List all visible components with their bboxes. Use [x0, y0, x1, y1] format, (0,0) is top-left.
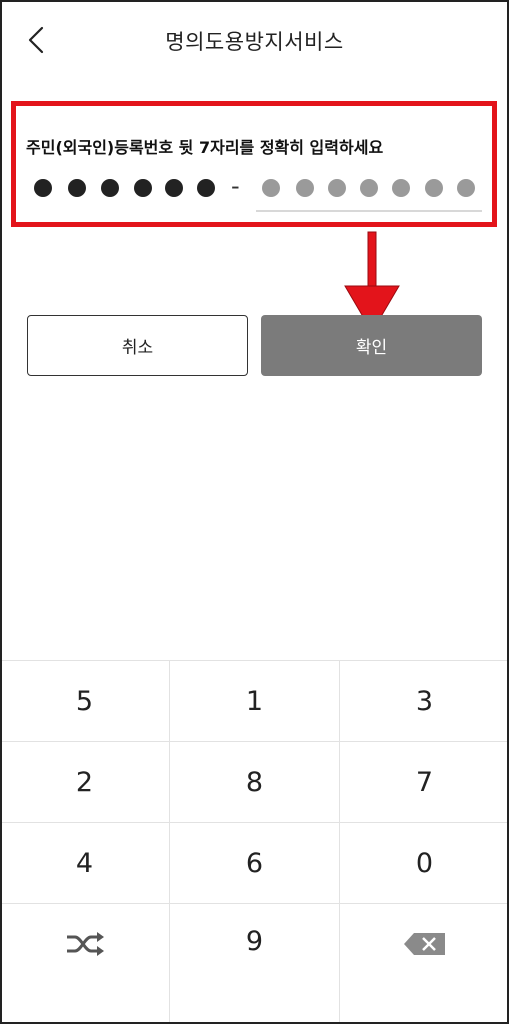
secure-keypad: 5 1 3 2 8 7 4 6 0 9	[0, 660, 509, 1024]
key-4[interactable]: 4	[0, 823, 170, 904]
cancel-button[interactable]: 취소	[27, 315, 248, 376]
confirm-button[interactable]: 확인	[261, 315, 482, 376]
instruction-text: 주민(외국인)등록번호 뒷 7자리를 정확히 입력하세요	[26, 138, 384, 157]
key-6[interactable]: 6	[170, 823, 340, 904]
front-digit-dot	[134, 179, 152, 197]
back-digit-dot	[425, 179, 443, 197]
key-0[interactable]: 0	[340, 823, 509, 904]
header: 명의도용방지서비스	[0, 0, 509, 82]
page-title: 명의도용방지서비스	[165, 30, 344, 54]
separator-dash: -	[231, 172, 240, 200]
backspace-icon	[403, 933, 445, 955]
backspace-key[interactable]	[340, 904, 509, 1024]
key-8[interactable]: 8	[170, 742, 340, 823]
key-2[interactable]: 2	[0, 742, 170, 823]
back-digit-dot	[457, 179, 475, 197]
key-3[interactable]: 3	[340, 661, 509, 742]
front-digit-dot	[165, 179, 183, 197]
front-digit-dot	[101, 179, 119, 197]
front-digit-dot	[68, 179, 86, 197]
input-underline	[256, 210, 482, 212]
back-digit-dot	[296, 179, 314, 197]
back-digit-dot	[360, 179, 378, 197]
back-digit-dot	[262, 179, 280, 197]
front-digit-dot	[34, 179, 52, 197]
front-digit-dot	[197, 179, 215, 197]
key-7[interactable]: 7	[340, 742, 509, 823]
back-digit-dot	[328, 179, 346, 197]
shuffle-icon	[66, 932, 104, 956]
key-1[interactable]: 1	[170, 661, 340, 742]
back-digit-dot	[392, 179, 410, 197]
shuffle-key[interactable]	[0, 904, 170, 1024]
key-9[interactable]: 9	[170, 904, 340, 1024]
key-5[interactable]: 5	[0, 661, 170, 742]
highlight-box	[11, 101, 497, 227]
